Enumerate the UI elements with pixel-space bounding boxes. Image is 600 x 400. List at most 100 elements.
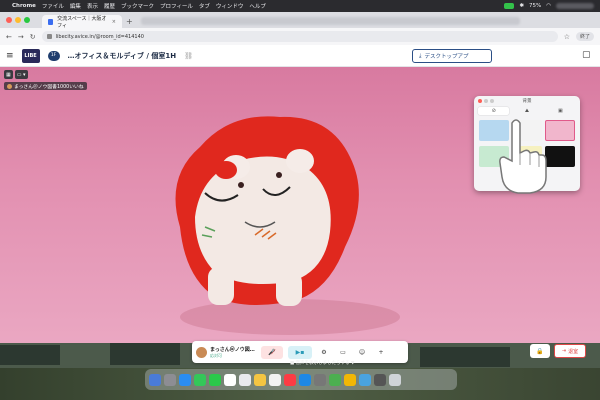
site-favicon [48, 18, 54, 25]
popup-tabs: ⊘ ⛰ ▣ [478, 107, 576, 115]
pointing-hand-icon [499, 119, 547, 194]
popup-close-button[interactable] [478, 99, 482, 103]
macos-dock [145, 369, 457, 390]
app-logo[interactable]: LIBE [21, 48, 40, 63]
facetime-icon[interactable] [209, 373, 221, 386]
calendar-icon[interactable] [239, 373, 251, 386]
menubar-status-area: ✱ 75% ◠ [504, 3, 594, 9]
macos-menubar: Chrome ファイル 編集 表示 履歴 ブックマーク プロフィール タブ ウィ… [0, 0, 600, 12]
settings-app-icon[interactable] [314, 373, 326, 386]
reminders-icon[interactable] [269, 373, 281, 386]
download-button-label: デスクトップアプ [424, 54, 469, 60]
map-tile [0, 345, 60, 365]
browser-tab-active[interactable]: 交流スペース｜大阪オフィ × [42, 15, 122, 29]
map-tile [420, 347, 510, 367]
lock-room-button[interactable]: 🔒 [530, 344, 550, 358]
messages-icon[interactable] [194, 373, 206, 386]
download-icon: ⤓ [419, 52, 422, 59]
self-user-card[interactable]: まっさん＠ノウ図… 応対可 [196, 346, 256, 359]
menu-file[interactable]: ファイル [42, 2, 64, 10]
wifi-icon[interactable]: ◠ [546, 3, 551, 9]
camera-icon: ▶▪ [295, 348, 305, 356]
popup-zoom-button[interactable] [490, 99, 494, 103]
tab-image[interactable]: ▣ [545, 107, 576, 115]
monitor-icon: ▭ [340, 348, 346, 356]
mic-toggle-button[interactable]: 🎤̸ [261, 345, 283, 359]
settings-button[interactable]: ⚙ [317, 346, 331, 359]
url-text: libecity.avice.in/@room_id=414140 [55, 33, 144, 40]
screen-share-button[interactable]: ▭ [336, 346, 350, 359]
gear-icon: ⚙ [321, 348, 327, 356]
desktop-app-download-button[interactable]: ⤓ デスクトップアプ [412, 49, 492, 63]
add-button[interactable]: + [374, 346, 388, 359]
music-icon[interactable] [284, 373, 296, 386]
mic-off-icon: 🎤̸ [268, 348, 276, 356]
lock-icon: 🔒 [536, 347, 544, 355]
trash-icon[interactable] [389, 373, 401, 386]
zoom-window-button[interactable] [24, 17, 30, 23]
smile-icon: ☺ [358, 348, 366, 356]
browser-toolbar: ← → ↻ libecity.avice.in/@room_id=414140 … [0, 28, 600, 45]
tab-effects[interactable]: ⊘ [478, 107, 510, 115]
menu-tab[interactable]: タブ [199, 2, 210, 10]
reload-icon[interactable]: ↻ [30, 33, 36, 41]
photos-icon[interactable] [224, 373, 236, 386]
window-controls [6, 12, 30, 28]
leave-room-button[interactable]: ⇥ 退室 [554, 344, 586, 358]
app-icon-yellow[interactable] [344, 373, 356, 386]
menubar-app-name[interactable]: Chrome [12, 3, 36, 9]
screen-recording-icon[interactable] [504, 3, 515, 9]
back-icon[interactable]: ← [6, 33, 12, 41]
image-icon: ▣ [557, 108, 563, 114]
profile-button[interactable]: 終了 [575, 32, 594, 41]
notification-toast[interactable]: ■ 音声を表示しましたらする ▼ [290, 360, 354, 366]
notes-icon[interactable] [254, 373, 266, 386]
floor-badge: 1F [47, 50, 60, 61]
forward-icon[interactable]: → [18, 33, 24, 41]
battery-label[interactable]: 75% [529, 3, 541, 9]
launchpad-icon[interactable] [164, 373, 176, 386]
popup-window-controls [478, 99, 494, 103]
site-info-icon[interactable] [46, 34, 52, 39]
menu-view[interactable]: 表示 [87, 2, 98, 10]
camera-toggle-button[interactable]: ▶▪ [288, 345, 312, 359]
tab-scenery[interactable]: ⛰ [511, 107, 542, 115]
finder-icon[interactable] [149, 373, 161, 386]
new-tab-button[interactable]: + [126, 15, 133, 28]
chrome-icon[interactable] [329, 373, 341, 386]
browser-chrome: 交流スペース｜大阪オフィ × + ← → ↻ libecity.avice.in… [0, 12, 600, 45]
menu-window[interactable]: ウィンドウ [216, 2, 244, 10]
menu-icon[interactable]: ≡ [6, 51, 14, 61]
video-stage: ▦ ▭ ▾ まっさん＠ノウ図書1000いいね 背景 ⊘ ⛰ ▣ [0, 67, 600, 343]
close-window-button[interactable] [6, 17, 12, 23]
address-bar[interactable]: libecity.avice.in/@room_id=414140 [41, 31, 558, 42]
blurred-tabs [140, 17, 520, 25]
link-icon[interactable]: ⛓ [184, 52, 193, 60]
room-title: …オフィス＆モルディブ / 個室1H [67, 51, 177, 60]
menu-help[interactable]: ヘルプ [249, 2, 266, 10]
self-status: 応対可 [210, 352, 222, 358]
bluetooth-icon[interactable]: ✱ [519, 3, 524, 9]
reaction-button[interactable]: ☺ [355, 346, 369, 359]
logo-text: LIBE [24, 52, 37, 59]
minimize-window-button[interactable] [15, 17, 21, 23]
terminal-icon[interactable] [374, 373, 386, 386]
app-icon-blue[interactable] [359, 373, 371, 386]
menu-bookmarks[interactable]: ブックマーク [121, 2, 154, 10]
tab-strip: 交流スペース｜大阪オフィ × + [0, 12, 600, 29]
map-tile [110, 343, 180, 365]
menu-profile[interactable]: プロフィール [160, 2, 193, 10]
star-icon[interactable]: ☆ [564, 33, 570, 41]
menu-edit[interactable]: 編集 [70, 2, 81, 10]
tab-close-icon[interactable]: × [112, 19, 116, 25]
plus-icon: + [378, 348, 384, 356]
mountain-icon: ⛰ [524, 108, 530, 114]
app-store-icon[interactable] [299, 373, 311, 386]
self-info: まっさん＠ノウ図… 応対可 [210, 346, 256, 359]
safari-icon[interactable] [179, 373, 191, 386]
chat-icon[interactable]: ▢ [582, 50, 591, 60]
leave-label: 退室 [568, 348, 579, 355]
menu-history[interactable]: 履歴 [104, 2, 115, 10]
popup-minimize-button[interactable] [484, 99, 488, 103]
effects-icon: ⊘ [491, 108, 496, 114]
